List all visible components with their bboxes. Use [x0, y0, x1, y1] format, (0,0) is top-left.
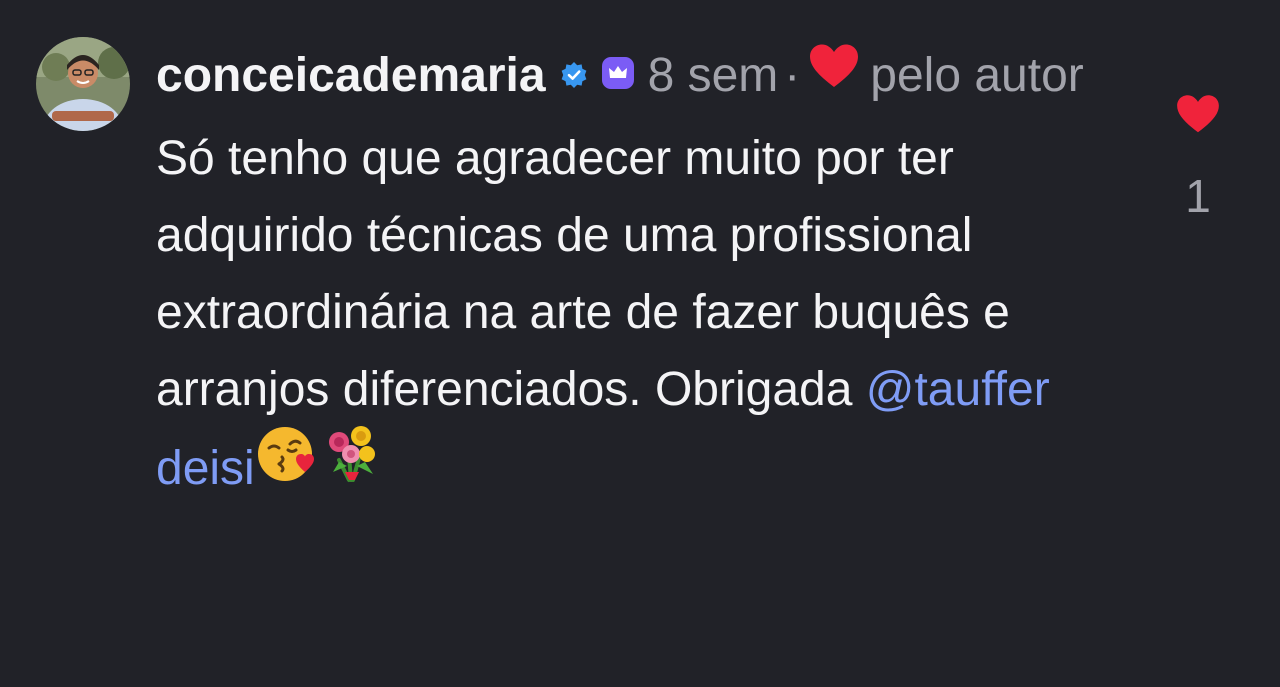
crown-badge-icon	[601, 38, 634, 110]
face-blowing-kiss-emoji	[255, 422, 319, 509]
comment-body: conceicademaria 8 sem · pelo autor Só ten…	[156, 40, 1146, 515]
like-button[interactable]	[1170, 94, 1226, 139]
separator-dot: ·	[784, 49, 801, 102]
liked-by-author-label: pelo autor	[870, 49, 1084, 102]
avatar[interactable]	[36, 37, 130, 131]
comment-text: Só tenho que agradecer muito por ter adq…	[156, 120, 1146, 515]
like-count: 1	[1185, 170, 1211, 222]
bouquet-emoji	[319, 422, 389, 509]
comment-time: 8 sem	[647, 49, 779, 102]
verified-badge-icon	[560, 38, 588, 110]
username[interactable]: conceicademaria	[156, 49, 546, 102]
comment: conceicademaria 8 sem · pelo autor Só ten…	[0, 0, 1280, 687]
comment-header: conceicademaria 8 sem · pelo autor	[156, 40, 1146, 114]
like-column: 1	[1170, 94, 1226, 223]
heart-icon	[808, 38, 860, 110]
